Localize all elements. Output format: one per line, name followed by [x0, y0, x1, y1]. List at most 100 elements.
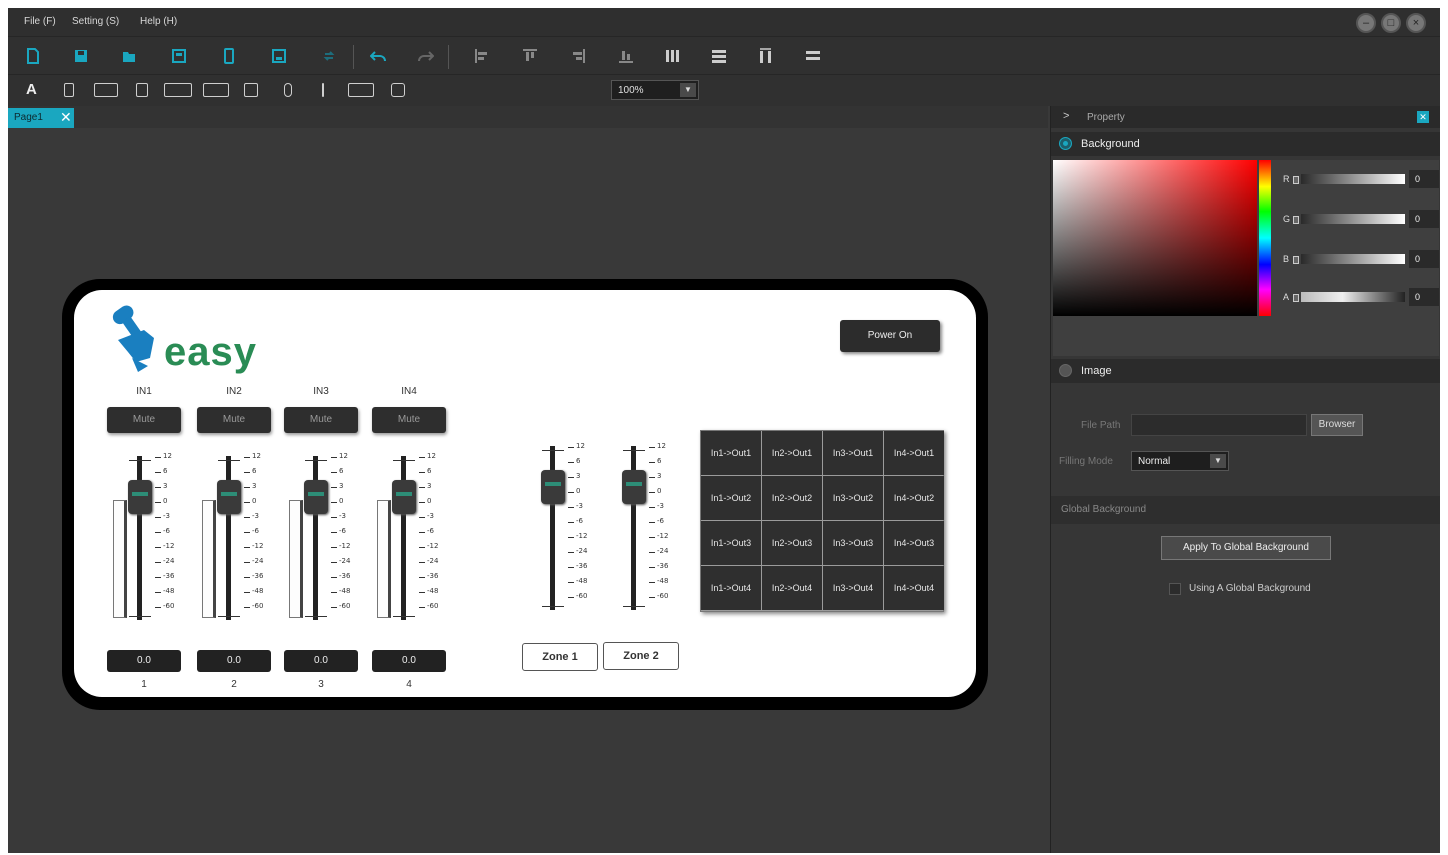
align-top-icon[interactable]: [522, 48, 538, 64]
image-tool-icon[interactable]: [136, 83, 148, 97]
zone-2-button[interactable]: Zone 2: [603, 642, 679, 670]
label-tool-icon[interactable]: [64, 83, 74, 97]
maximize-icon[interactable]: □: [1381, 13, 1401, 33]
close-icon[interactable]: ✕: [1417, 111, 1429, 123]
mute-button[interactable]: Mute: [284, 407, 358, 433]
fader-handle[interactable]: [622, 470, 646, 504]
alpha-value[interactable]: 0: [1409, 288, 1439, 306]
text-tool-icon[interactable]: A: [26, 81, 37, 98]
matrix-cell[interactable]: In4->Out2: [884, 476, 944, 520]
blue-value[interactable]: 0: [1409, 250, 1439, 268]
shape-tool-icon[interactable]: [391, 83, 405, 97]
mute-button[interactable]: Mute: [372, 407, 446, 433]
matrix-cell[interactable]: In3->Out4: [823, 566, 883, 610]
matrix-cell[interactable]: In4->Out3: [884, 521, 944, 565]
zone-fader[interactable]: 12 6 3 0 -3 -6 -12 -24 -36 -48 -60: [601, 440, 681, 612]
matrix-cell[interactable]: In1->Out3: [701, 521, 761, 565]
lock-icon[interactable]: [1293, 216, 1299, 224]
green-value[interactable]: 0: [1409, 210, 1439, 228]
zoom-select[interactable]: 100% ▼: [611, 80, 699, 100]
volume-fader[interactable]: 12 6 3 0 -3 -6 -12 -24 -36 -48 -60: [107, 450, 187, 622]
fader-handle[interactable]: [217, 480, 241, 514]
matrix-cell[interactable]: In2->Out3: [762, 521, 822, 565]
chevron-right-icon[interactable]: >: [1063, 110, 1069, 122]
redo-icon[interactable]: [418, 48, 434, 64]
matrix-cell[interactable]: In1->Out1: [701, 431, 761, 475]
align-left-icon[interactable]: [474, 48, 490, 64]
fader-handle[interactable]: [304, 480, 328, 514]
volume-fader[interactable]: 12 6 3 0 -3 -6 -12 -24 -36 -48 -60: [371, 450, 451, 622]
image-radio[interactable]: [1059, 364, 1072, 377]
matrix-cell[interactable]: In4->Out4: [884, 566, 944, 610]
image-option[interactable]: Image: [1051, 359, 1440, 383]
browse-button[interactable]: Browser: [1311, 414, 1363, 436]
background-option[interactable]: Background: [1051, 132, 1440, 156]
background-radio[interactable]: [1059, 137, 1072, 150]
close-icon[interactable]: ×: [1406, 13, 1426, 33]
same-height-icon[interactable]: [805, 48, 821, 64]
menu-setting[interactable]: Setting (S): [72, 16, 119, 27]
hue-slider[interactable]: [1259, 160, 1271, 316]
slider-tool-icon[interactable]: [322, 83, 324, 97]
tab-page1[interactable]: Page1 ✕: [8, 108, 74, 128]
blue-slider[interactable]: [1301, 254, 1405, 264]
volume-fader[interactable]: 12 6 3 0 -3 -6 -12 -24 -36 -48 -60: [283, 450, 363, 622]
distribute-vertical-icon[interactable]: [711, 48, 727, 64]
input-tool-icon[interactable]: [348, 83, 374, 97]
file-path-input[interactable]: [1131, 414, 1307, 436]
save-icon[interactable]: [73, 48, 89, 64]
save-as-icon[interactable]: [171, 48, 187, 64]
open-folder-icon[interactable]: [121, 48, 137, 64]
matrix-cell[interactable]: In3->Out1: [823, 431, 883, 475]
zone-1-button[interactable]: Zone 1: [522, 643, 598, 671]
mute-button[interactable]: Mute: [197, 407, 271, 433]
spinbox-tool-icon[interactable]: [94, 83, 118, 97]
chevron-down-icon[interactable]: ▼: [680, 83, 696, 97]
power-on-button[interactable]: Power On: [840, 320, 940, 352]
align-right-icon[interactable]: [570, 48, 586, 64]
design-canvas[interactable]: easy Power On IN1 Mute 12 6 3 0 -3 -6 -1…: [8, 128, 1048, 853]
matrix-cell[interactable]: In2->Out1: [762, 431, 822, 475]
apply-global-background-button[interactable]: Apply To Global Background: [1161, 536, 1331, 560]
matrix-cell[interactable]: In1->Out2: [701, 476, 761, 520]
preview-icon[interactable]: [321, 48, 337, 64]
grid-tool-icon[interactable]: [244, 83, 258, 97]
menu-file[interactable]: File (F): [24, 16, 56, 27]
fader-handle[interactable]: [541, 470, 565, 504]
toggle-tool-icon[interactable]: [203, 83, 229, 97]
volume-fader[interactable]: 12 6 3 0 -3 -6 -12 -24 -36 -48 -60: [196, 450, 276, 622]
fader-handle[interactable]: [392, 480, 416, 514]
matrix-cell[interactable]: In3->Out3: [823, 521, 883, 565]
fader-handle[interactable]: [128, 480, 152, 514]
matrix-cell[interactable]: In2->Out4: [762, 566, 822, 610]
matrix-cell[interactable]: In4->Out1: [884, 431, 944, 475]
matrix-cell[interactable]: In1->Out4: [701, 566, 761, 610]
export-icon[interactable]: [271, 48, 287, 64]
undo-icon[interactable]: [370, 48, 386, 64]
same-width-icon[interactable]: [758, 48, 774, 64]
button-tool-icon[interactable]: [164, 83, 192, 97]
lock-icon[interactable]: [1293, 176, 1299, 184]
filling-mode-select[interactable]: Normal ▼: [1131, 451, 1229, 471]
saturation-value-area[interactable]: [1053, 160, 1257, 316]
align-bottom-icon[interactable]: [618, 48, 634, 64]
close-icon[interactable]: ✕: [60, 109, 72, 126]
lock-icon[interactable]: [1293, 294, 1299, 302]
device-icon[interactable]: [221, 48, 237, 64]
alpha-slider[interactable]: [1301, 292, 1405, 302]
mute-button[interactable]: Mute: [107, 407, 181, 433]
distribute-horizontal-icon[interactable]: [664, 48, 680, 64]
red-value[interactable]: 0: [1409, 170, 1439, 188]
chevron-down-icon[interactable]: ▼: [1210, 454, 1226, 468]
minimize-icon[interactable]: –: [1356, 13, 1376, 33]
red-slider[interactable]: [1301, 174, 1405, 184]
zone-fader[interactable]: 12 6 3 0 -3 -6 -12 -24 -36 -48 -60: [520, 440, 600, 612]
matrix-cell[interactable]: In2->Out2: [762, 476, 822, 520]
using-global-background-checkbox[interactable]: [1169, 583, 1181, 595]
menu-help[interactable]: Help (H): [140, 16, 177, 27]
lock-icon[interactable]: [1293, 256, 1299, 264]
green-slider[interactable]: [1301, 214, 1405, 224]
knob-tool-icon[interactable]: [284, 83, 292, 97]
matrix-cell[interactable]: In3->Out2: [823, 476, 883, 520]
new-file-icon[interactable]: [25, 48, 41, 64]
